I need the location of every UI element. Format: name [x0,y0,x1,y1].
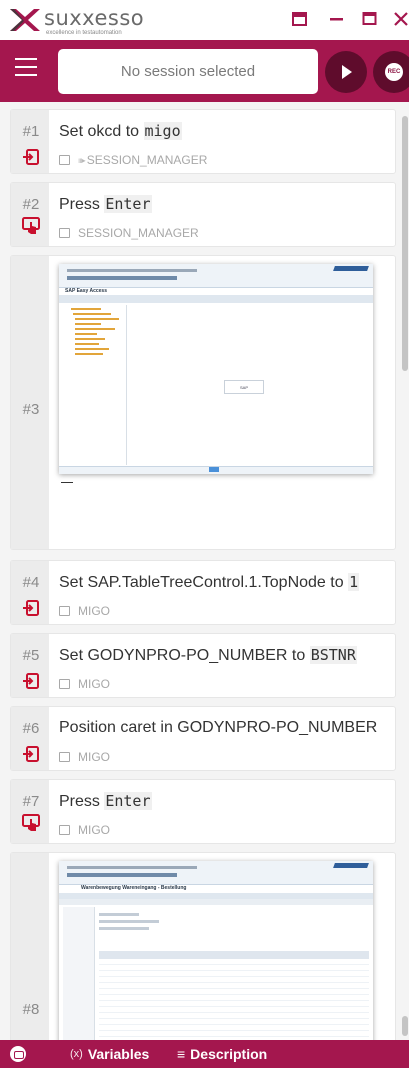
step-number: #8 [22,1001,40,1018]
input-icon [23,600,39,616]
step-item[interactable]: #2 Press Enter SESSION_MANAGER [10,182,396,247]
scrollbar-thumb[interactable] [402,116,408,371]
variables-label: Variables [87,1046,150,1062]
step-meta: SESSION_MANAGER [59,226,199,240]
keypress-icon [22,217,40,234]
description-icon: ≡ [177,1046,186,1062]
step-item[interactable]: #3 SAP Easy Access SAP [10,255,396,550]
step-number: #5 [22,647,40,664]
record-button[interactable]: REC [373,51,409,93]
screenshot-thumbnail[interactable]: SAP Easy Access SAP [59,264,373,474]
step-title: Position caret in GODYNPRO-PO_NUMBER [59,719,378,736]
app-window: suxxesso excellence in testautomation No… [0,0,409,1068]
step-number: #2 [22,196,40,213]
step-item[interactable]: #5 Set GODYNPRO-PO_NUMBER to BSTNR MIGO [10,633,396,698]
step-number: #6 [22,720,40,737]
step-number: #1 [22,123,40,140]
play-button[interactable] [325,51,367,93]
keypress-icon [22,814,40,831]
session-status-icon[interactable] [10,1046,26,1062]
step-meta: MIGO [59,677,110,691]
maximize-icon[interactable] [360,9,380,29]
step-item[interactable]: #7 Press Enter MIGO [10,779,396,844]
suxxesso-logo-icon [10,9,40,31]
restore-window-icon[interactable] [290,9,310,29]
step-number: #3 [22,401,40,418]
screen-icon [59,228,70,238]
step-meta: MIGO [59,604,110,618]
description-tab[interactable]: ≡ Description [177,1046,267,1062]
variables-icon: (x) [70,1048,83,1060]
step-meta: MIGO [59,823,110,837]
main-toolbar: No session selected REC [0,40,409,102]
step-list: #1 Set okcd to migo ııı▸ SESSION_MANAGER… [0,102,409,1040]
rec-icon: REC [385,63,403,81]
title-bar: suxxesso excellence in testautomation [0,0,409,40]
step-title: Set GODYNPRO-PO_NUMBER to BSTNR [59,646,357,664]
step-title: Press Enter [59,792,152,810]
play-icon [342,65,352,79]
brand-name: suxxesso [44,6,145,30]
step-item[interactable]: #6 Position caret in GODYNPRO-PO_NUMBER … [10,706,396,771]
input-icon [23,673,39,689]
step-meta: ııı▸ SESSION_MANAGER [59,153,207,167]
screen-icon [59,679,70,689]
chain-icon: ııı▸ [78,155,86,165]
step-title: Set SAP.TableTreeControl.1.TopNode to 1 [59,573,360,591]
step-item[interactable]: #8 Warenbewegung Wareneingang - Bestellu… [10,852,396,1040]
description-label: Description [190,1046,268,1062]
step-item[interactable]: #1 Set okcd to migo ııı▸ SESSION_MANAGER [10,109,396,174]
status-bar: (x) Variables ≡ Description [0,1040,409,1068]
shot-title: Warenbewegung Wareneingang - Bestellung [81,885,187,891]
step-item[interactable]: #4 Set SAP.TableTreeControl.1.TopNode to… [10,560,396,625]
screen-icon [59,155,70,165]
screen-icon [59,825,70,835]
screen-icon [59,606,70,616]
step-title: Set okcd to migo [59,122,182,140]
minimize-icon[interactable] [327,9,347,29]
close-icon[interactable] [391,9,409,29]
shot-center-text: SAP [224,380,264,394]
step-number: #7 [22,793,40,810]
input-icon [23,149,39,165]
step-meta: MIGO [59,750,110,764]
input-icon [23,746,39,762]
step-title: Press Enter [59,195,152,213]
step-number: #4 [22,574,40,591]
scrollbar-thumb-bottom[interactable] [402,1016,408,1036]
screen-icon [59,752,70,762]
brand-tagline: excellence in testautomation [46,30,122,36]
variables-tab[interactable]: (x) Variables [70,1046,149,1062]
shot-title: SAP Easy Access [65,288,107,294]
session-selector[interactable]: No session selected [58,49,318,94]
menu-icon[interactable] [15,58,37,76]
screenshot-thumbnail[interactable]: Warenbewegung Wareneingang - Bestellung [59,861,373,1040]
